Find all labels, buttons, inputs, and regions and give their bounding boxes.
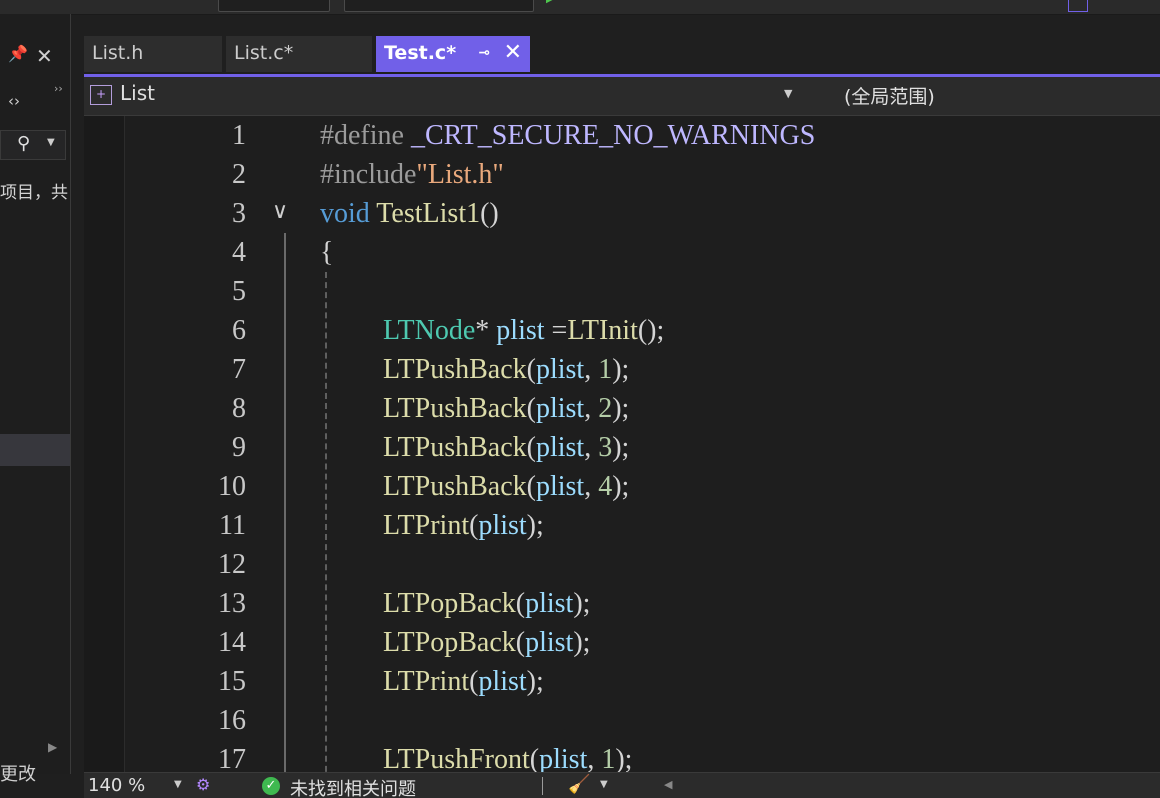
close-icon[interactable]: ✕ bbox=[504, 36, 522, 70]
scroll-left-icon[interactable]: ◀ bbox=[664, 778, 672, 791]
status-bar: 140 % ▼ ⚙ ✓ 未找到相关问题 🧹 ▼ ◀ bbox=[84, 772, 1160, 798]
tab-list-h[interactable]: List.h bbox=[84, 36, 222, 72]
start-debug-icon[interactable]: ▶ bbox=[546, 0, 556, 5]
code-line[interactable]: 10 LTPushBack(plist, 4); bbox=[124, 469, 1160, 508]
line-number: 13 bbox=[218, 588, 246, 619]
code-text: LTPrint(plist); bbox=[383, 510, 544, 541]
code-text: LTPopBack(plist); bbox=[383, 627, 591, 658]
tab-label: Test.c* bbox=[384, 42, 457, 64]
line-number: 2 bbox=[232, 159, 246, 190]
code-line[interactable]: 2 #include"List.h" bbox=[124, 157, 1160, 196]
code-line[interactable]: 16 bbox=[124, 703, 1160, 742]
project-icon: + bbox=[90, 85, 112, 105]
navigation-bar: + List ▼ (全局范围) bbox=[84, 77, 1160, 116]
code-text: LTPushFront(plist, 1); bbox=[383, 744, 633, 772]
code-line[interactable]: 5 bbox=[124, 274, 1160, 313]
code-text: LTPopBack(plist); bbox=[383, 588, 591, 619]
line-number: 7 bbox=[232, 354, 246, 385]
selected-tree-item[interactable] bbox=[0, 434, 70, 466]
code-line[interactable]: 8 LTPushBack(plist, 2); bbox=[124, 391, 1160, 430]
code-line[interactable]: 4 { bbox=[124, 235, 1160, 274]
chevron-down-icon[interactable]: ▼ bbox=[174, 779, 182, 790]
line-number: 12 bbox=[218, 549, 246, 580]
ide-window: ▶ 📌 ✕ ›› ‹› ⚲ ▼ 项目，共 ▶ 更改 List.h List.c*… bbox=[0, 0, 1160, 798]
document-tabs: List.h List.c* Test.c* ⊸ ✕ bbox=[84, 36, 1160, 77]
chevron-down-icon[interactable]: ▼ bbox=[784, 87, 792, 100]
code-line[interactable]: 7 LTPushBack(plist, 1); bbox=[124, 352, 1160, 391]
fold-chevron-icon[interactable]: ∨ bbox=[272, 199, 288, 224]
overflow-chevron-icon[interactable]: ›› bbox=[54, 82, 63, 95]
line-number: 16 bbox=[218, 705, 246, 736]
line-number: 15 bbox=[218, 666, 246, 697]
search-icon: ⚲ bbox=[17, 133, 31, 154]
toolbar-toggle-icon[interactable] bbox=[1068, 0, 1088, 12]
issues-status[interactable]: 未找到相关问题 bbox=[290, 775, 416, 798]
code-text: #define _CRT_SECURE_NO_WARNINGS bbox=[320, 120, 816, 151]
zoom-level[interactable]: 140 % bbox=[88, 775, 145, 796]
intellicode-icon[interactable]: ⚙ bbox=[196, 775, 210, 794]
code-line[interactable]: 11 LTPrint(plist); bbox=[124, 508, 1160, 547]
config-dropdown[interactable] bbox=[218, 0, 330, 12]
search-input[interactable]: ⚲ ▼ bbox=[0, 130, 66, 160]
code-line[interactable]: 13 LTPopBack(plist); bbox=[124, 586, 1160, 625]
line-number: 6 bbox=[232, 315, 246, 346]
panel-description: 项目，共 bbox=[0, 183, 68, 203]
line-number: 14 bbox=[218, 627, 246, 658]
platform-dropdown[interactable] bbox=[344, 0, 534, 12]
tab-label: List.h bbox=[92, 42, 144, 64]
project-dropdown[interactable]: List bbox=[120, 81, 155, 105]
toolbar: ▶ bbox=[0, 0, 1160, 15]
code-line[interactable]: 3 ∨ void TestList1() bbox=[124, 196, 1160, 235]
tab-list-c[interactable]: List.c* bbox=[226, 36, 372, 72]
line-number: 8 bbox=[232, 393, 246, 424]
solution-explorer-panel: 📌 ✕ ›› ‹› ⚲ ▼ 项目，共 ▶ bbox=[0, 14, 71, 774]
scroll-right-icon[interactable]: ▶ bbox=[48, 740, 57, 754]
code-line[interactable]: 12 bbox=[124, 547, 1160, 586]
changes-tab[interactable]: 更改 bbox=[0, 760, 36, 786]
pin-icon[interactable]: 📌 bbox=[8, 44, 28, 66]
code-text: LTPushBack(plist, 2); bbox=[383, 393, 630, 424]
line-number: 11 bbox=[219, 510, 246, 541]
divider bbox=[542, 777, 543, 795]
code-text: LTPushBack(plist, 1); bbox=[383, 354, 630, 385]
code-line[interactable]: 9 LTPushBack(plist, 3); bbox=[124, 430, 1160, 469]
line-number: 5 bbox=[232, 276, 246, 307]
code-line[interactable]: 14 LTPopBack(plist); bbox=[124, 625, 1160, 664]
broom-icon[interactable]: 🧹 bbox=[568, 774, 590, 795]
code-line[interactable]: 6 LTNode* plist =LTInit(); bbox=[124, 313, 1160, 352]
code-line[interactable]: 15 LTPrint(plist); bbox=[124, 664, 1160, 703]
code-text: LTNode* plist =LTInit(); bbox=[383, 315, 665, 346]
code-text: { bbox=[320, 237, 334, 268]
line-number: 4 bbox=[232, 237, 246, 268]
code-text: LTPushBack(plist, 3); bbox=[383, 432, 630, 463]
tab-label: List.c* bbox=[234, 42, 294, 64]
code-text: LTPrint(plist); bbox=[383, 666, 544, 697]
code-view-icon[interactable]: ‹› bbox=[8, 92, 20, 110]
code-text: #include"List.h" bbox=[320, 159, 504, 190]
chevron-down-icon[interactable]: ▼ bbox=[47, 137, 55, 148]
close-icon[interactable]: ✕ bbox=[36, 46, 58, 68]
code-line[interactable]: 1 #define _CRT_SECURE_NO_WARNINGS bbox=[124, 118, 1160, 157]
check-icon: ✓ bbox=[262, 777, 280, 795]
line-number: 3 bbox=[232, 198, 246, 229]
line-number: 10 bbox=[218, 471, 246, 502]
tab-test-c[interactable]: Test.c* ⊸ ✕ bbox=[376, 36, 530, 72]
code-text: void TestList1() bbox=[320, 198, 499, 229]
line-number: 17 bbox=[218, 744, 246, 772]
code-line[interactable]: 17 LTPushFront(plist, 1); bbox=[124, 742, 1160, 772]
chevron-down-icon[interactable]: ▼ bbox=[600, 779, 608, 790]
code-text: LTPushBack(plist, 4); bbox=[383, 471, 630, 502]
glyph-margin[interactable] bbox=[84, 116, 125, 772]
code-editor[interactable]: 1 #define _CRT_SECURE_NO_WARNINGS 2 #inc… bbox=[84, 116, 1160, 772]
scope-dropdown[interactable]: (全局范围) bbox=[844, 82, 935, 109]
pin-icon[interactable]: ⊸ bbox=[478, 36, 490, 70]
line-number: 1 bbox=[232, 120, 246, 151]
line-number: 9 bbox=[232, 432, 246, 463]
